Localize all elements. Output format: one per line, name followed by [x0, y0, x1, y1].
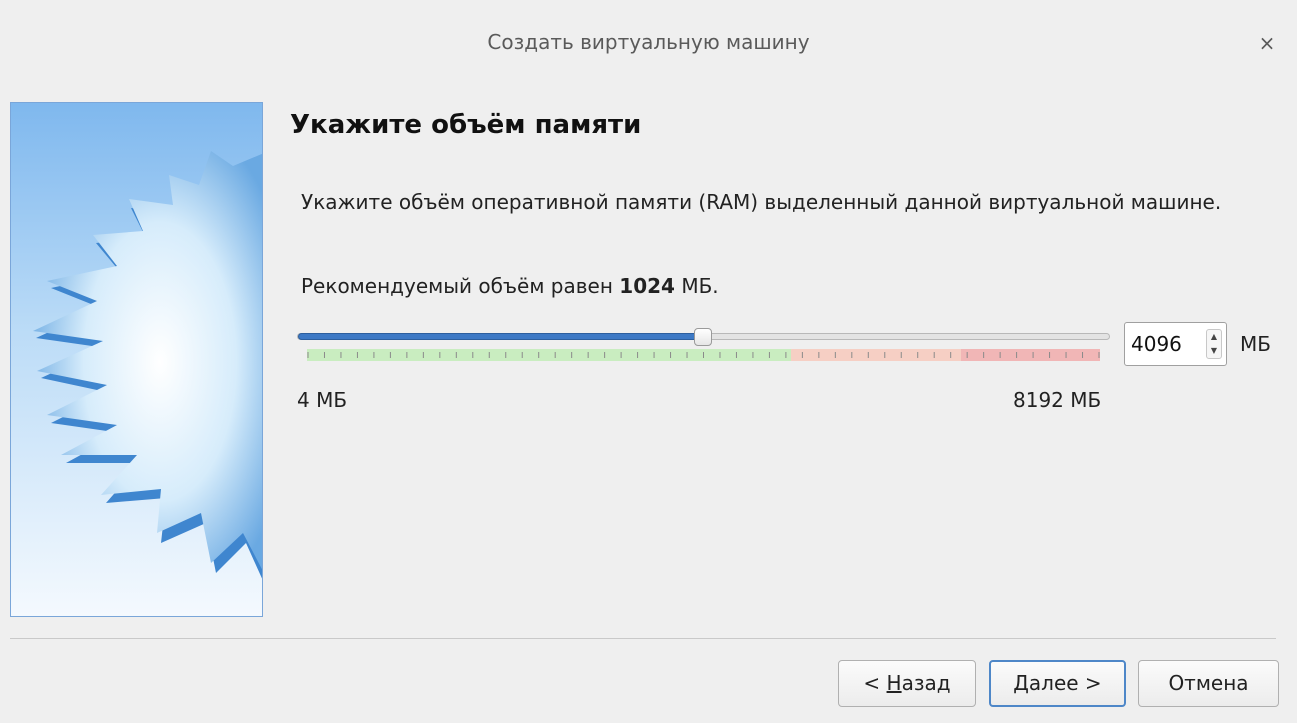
memory-range-indicator — [307, 349, 1100, 361]
recommend-suffix: МБ. — [681, 274, 719, 298]
window-title: Создать виртуальную машину — [487, 30, 810, 54]
memory-unit-label: МБ — [1240, 332, 1271, 356]
next-mnemonic: Д — [1013, 671, 1029, 695]
memory-input[interactable] — [1131, 332, 1201, 356]
back-prefix: < — [863, 671, 887, 695]
starburst-icon — [33, 151, 262, 579]
max-memory-label: 8192 МБ — [1013, 388, 1102, 412]
memory-spinbox[interactable]: ▲ ▼ — [1124, 322, 1227, 366]
next-label: алее > — [1028, 671, 1102, 695]
slider-ticks — [307, 352, 1100, 358]
min-memory-label: 4 МБ — [297, 388, 348, 412]
wizard-side-image — [10, 102, 263, 617]
back-button[interactable]: < Назад — [838, 660, 976, 707]
spin-arrows[interactable]: ▲ ▼ — [1206, 329, 1222, 359]
spin-up-icon[interactable]: ▲ — [1207, 330, 1221, 344]
memory-description: Укажите объём оперативной памяти (RAM) в… — [301, 190, 1222, 214]
recommended-memory-text: Рекомендуемый объём равен 1024 МБ. — [301, 274, 719, 298]
cancel-button[interactable]: Отмена — [1138, 660, 1279, 707]
recommended-value: 1024 — [619, 274, 675, 298]
title-bar: Создать виртуальную машину × — [0, 0, 1297, 88]
footer-separator — [10, 638, 1276, 639]
next-button[interactable]: Далее > — [989, 660, 1126, 707]
back-label: азад — [901, 671, 951, 695]
memory-slider-handle[interactable] — [694, 328, 713, 346]
memory-slider-fill — [298, 333, 705, 340]
close-icon[interactable]: × — [1252, 28, 1282, 58]
page-heading: Укажите объём памяти — [290, 110, 642, 140]
recommend-prefix: Рекомендуемый объём равен — [301, 274, 613, 298]
back-mnemonic: Н — [886, 671, 902, 695]
spin-down-icon[interactable]: ▼ — [1207, 344, 1221, 358]
